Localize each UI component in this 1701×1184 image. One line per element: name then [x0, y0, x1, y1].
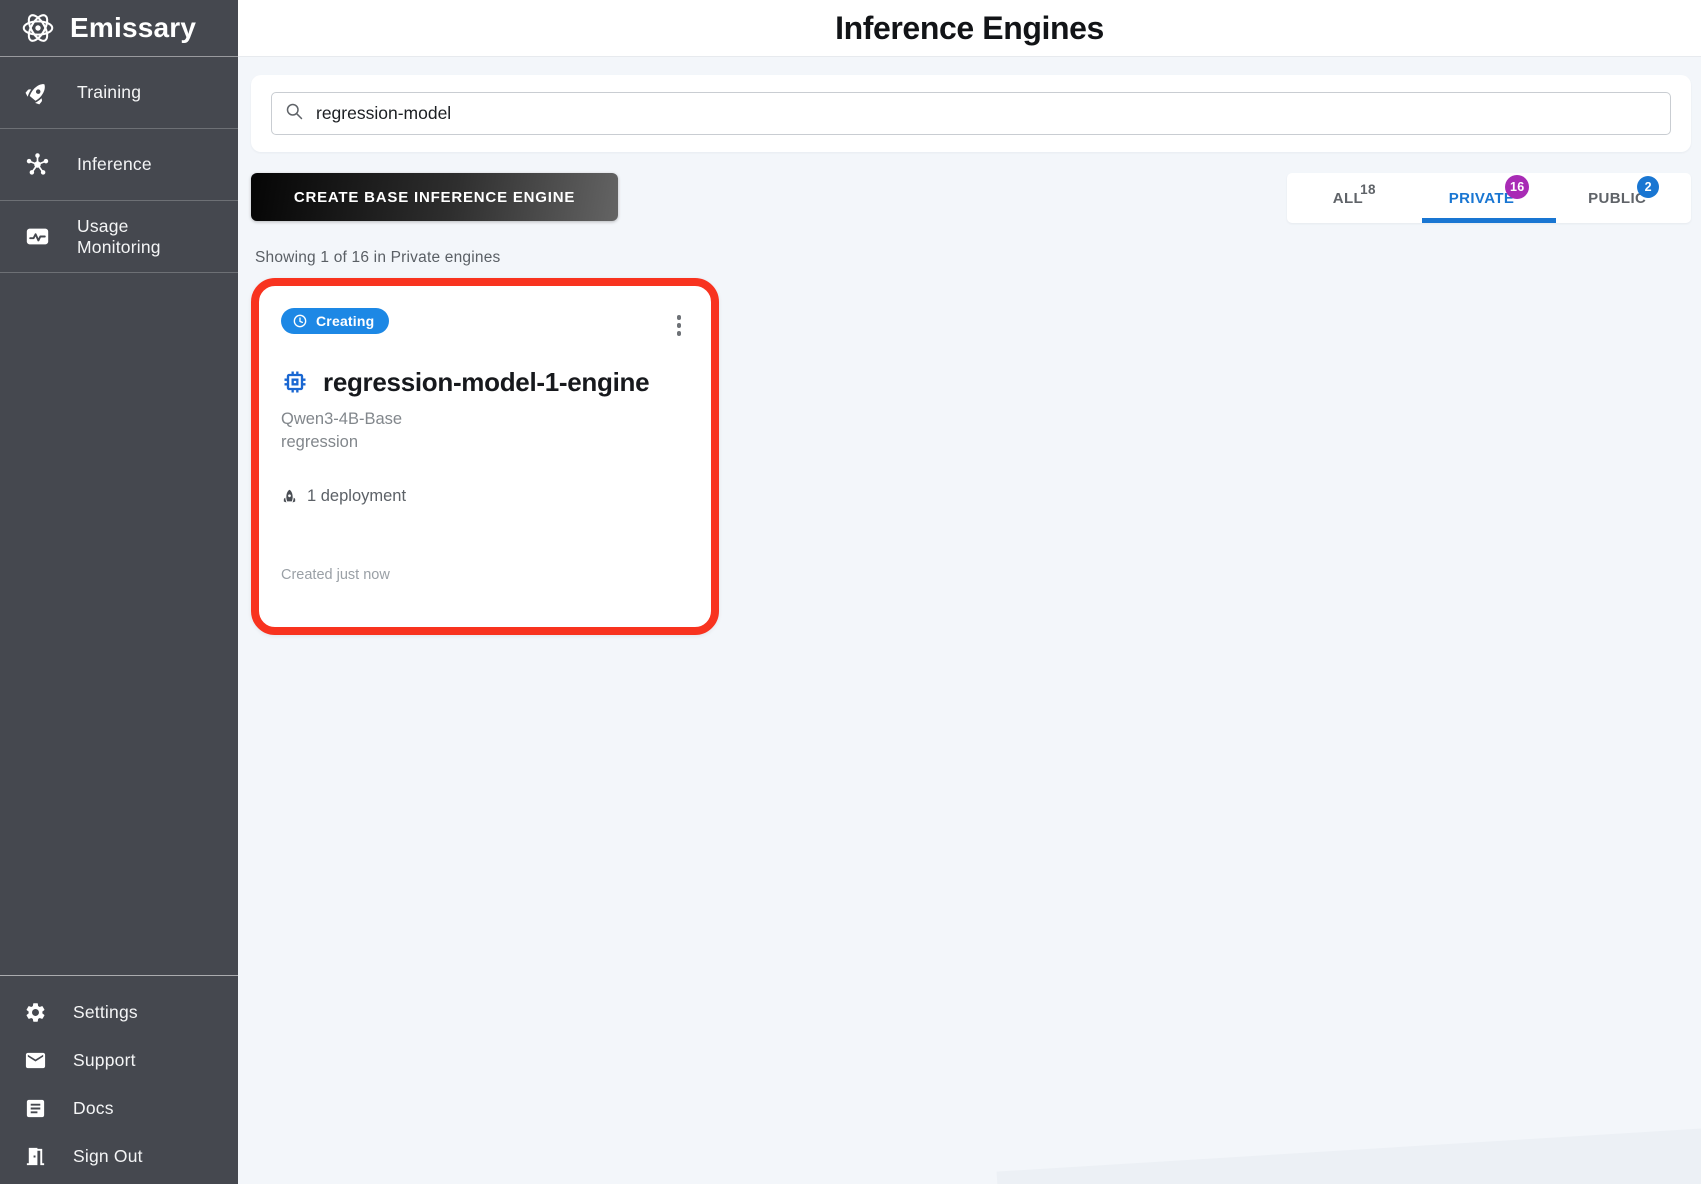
search-panel — [251, 75, 1691, 152]
document-icon — [24, 1097, 47, 1120]
active-tab-underline — [1421, 218, 1557, 223]
page-title: Inference Engines — [835, 9, 1104, 46]
tab-count-badge: 2 — [1637, 176, 1660, 198]
tab-public[interactable]: PUBLIC 2 — [1556, 173, 1691, 223]
page-content: CREATE BASE INFERENCE ENGINE ALL18 PRIVA… — [238, 57, 1701, 635]
tab-label: PRIVATE — [1448, 189, 1515, 207]
sidebar-item-training[interactable]: Training — [0, 57, 238, 129]
search-icon — [284, 101, 305, 127]
highlight-annotation-border: Creating regression-model-1-engine Qwen3… — [251, 278, 719, 635]
sidebar-item-usage-monitoring[interactable]: Usage Monitoring — [0, 201, 238, 273]
sidebar-item-inference[interactable]: Inference — [0, 129, 238, 201]
sidebar-item-label: Support — [73, 1049, 136, 1070]
create-base-inference-engine-button[interactable]: CREATE BASE INFERENCE ENGINE — [251, 173, 618, 221]
sidebar-nav: Training Inference Usage Monitoring — [0, 57, 238, 273]
molecule-icon — [24, 151, 51, 178]
sidebar-item-label: Settings — [73, 1001, 138, 1022]
results-summary: Showing 1 of 16 in Private engines — [255, 249, 501, 266]
app-root: Emissary Training Inference Usage Monito… — [0, 0, 1701, 1184]
background-wedge — [996, 1104, 1701, 1184]
engine-task: regression — [281, 432, 359, 451]
sidebar-item-sign-out[interactable]: Sign Out — [0, 1132, 238, 1180]
sidebar: Emissary Training Inference Usage Monito… — [0, 0, 238, 1184]
tab-count: 18 — [1360, 181, 1376, 197]
tab-private[interactable]: PRIVATE 16 — [1421, 173, 1557, 223]
engine-title-row: regression-model-1-engine — [281, 367, 687, 398]
emissary-logo-icon — [18, 8, 58, 48]
engine-card-header: Creating — [281, 308, 687, 340]
search-input[interactable] — [316, 103, 1658, 124]
sidebar-item-label: Inference — [77, 154, 152, 174]
sidebar-item-support[interactable]: Support — [0, 1036, 238, 1084]
page-header: Inference Engines — [238, 0, 1701, 57]
deployment-count: 1 deployment — [307, 486, 407, 505]
clock-icon — [292, 313, 308, 329]
deployment-row: 1 deployment — [281, 487, 687, 506]
status-label: Creating — [316, 313, 375, 329]
engine-base-model: Qwen3-4B-Base — [281, 409, 403, 428]
sidebar-footer-nav: Settings Support Docs Sign Out — [0, 975, 238, 1184]
mail-icon — [24, 1049, 47, 1072]
monitoring-chart-icon — [24, 223, 51, 250]
exit-door-icon — [24, 1145, 47, 1168]
tab-count-badge: 16 — [1505, 175, 1530, 199]
search-box[interactable] — [271, 92, 1671, 135]
gear-icon — [24, 1001, 47, 1024]
status-badge: Creating — [281, 308, 390, 334]
engine-card[interactable]: Creating regression-model-1-engine Qwen3… — [259, 286, 711, 627]
sidebar-item-docs[interactable]: Docs — [0, 1084, 238, 1132]
sidebar-item-label: Sign Out — [73, 1145, 143, 1166]
toolbar: CREATE BASE INFERENCE ENGINE ALL 18 PRIVA… — [251, 173, 1691, 223]
visibility-tabs: ALL 18 PRIVATE 16 PUBLIC 2 — [1287, 173, 1691, 223]
created-timestamp: Created just now — [281, 566, 390, 583]
engine-name: regression-model-1-engine — [323, 366, 650, 397]
tab-all[interactable]: ALL 18 — [1287, 173, 1422, 223]
app-name: Emissary — [70, 12, 197, 43]
tab-label: ALL — [1332, 189, 1364, 207]
app-logo[interactable]: Emissary — [0, 0, 238, 57]
sidebar-item-label: Docs — [73, 1097, 114, 1118]
chip-icon — [281, 368, 309, 396]
rocket-icon — [24, 79, 51, 106]
more-options-button[interactable] — [671, 311, 688, 340]
main-area: Inference Engines CREATE BASE INFERENCE … — [238, 0, 1701, 1184]
sidebar-item-label: Usage Monitoring — [77, 215, 161, 257]
deployment-rocket-icon — [281, 488, 298, 505]
sidebar-item-label: Training — [77, 82, 142, 102]
sidebar-item-settings[interactable]: Settings — [0, 988, 238, 1036]
